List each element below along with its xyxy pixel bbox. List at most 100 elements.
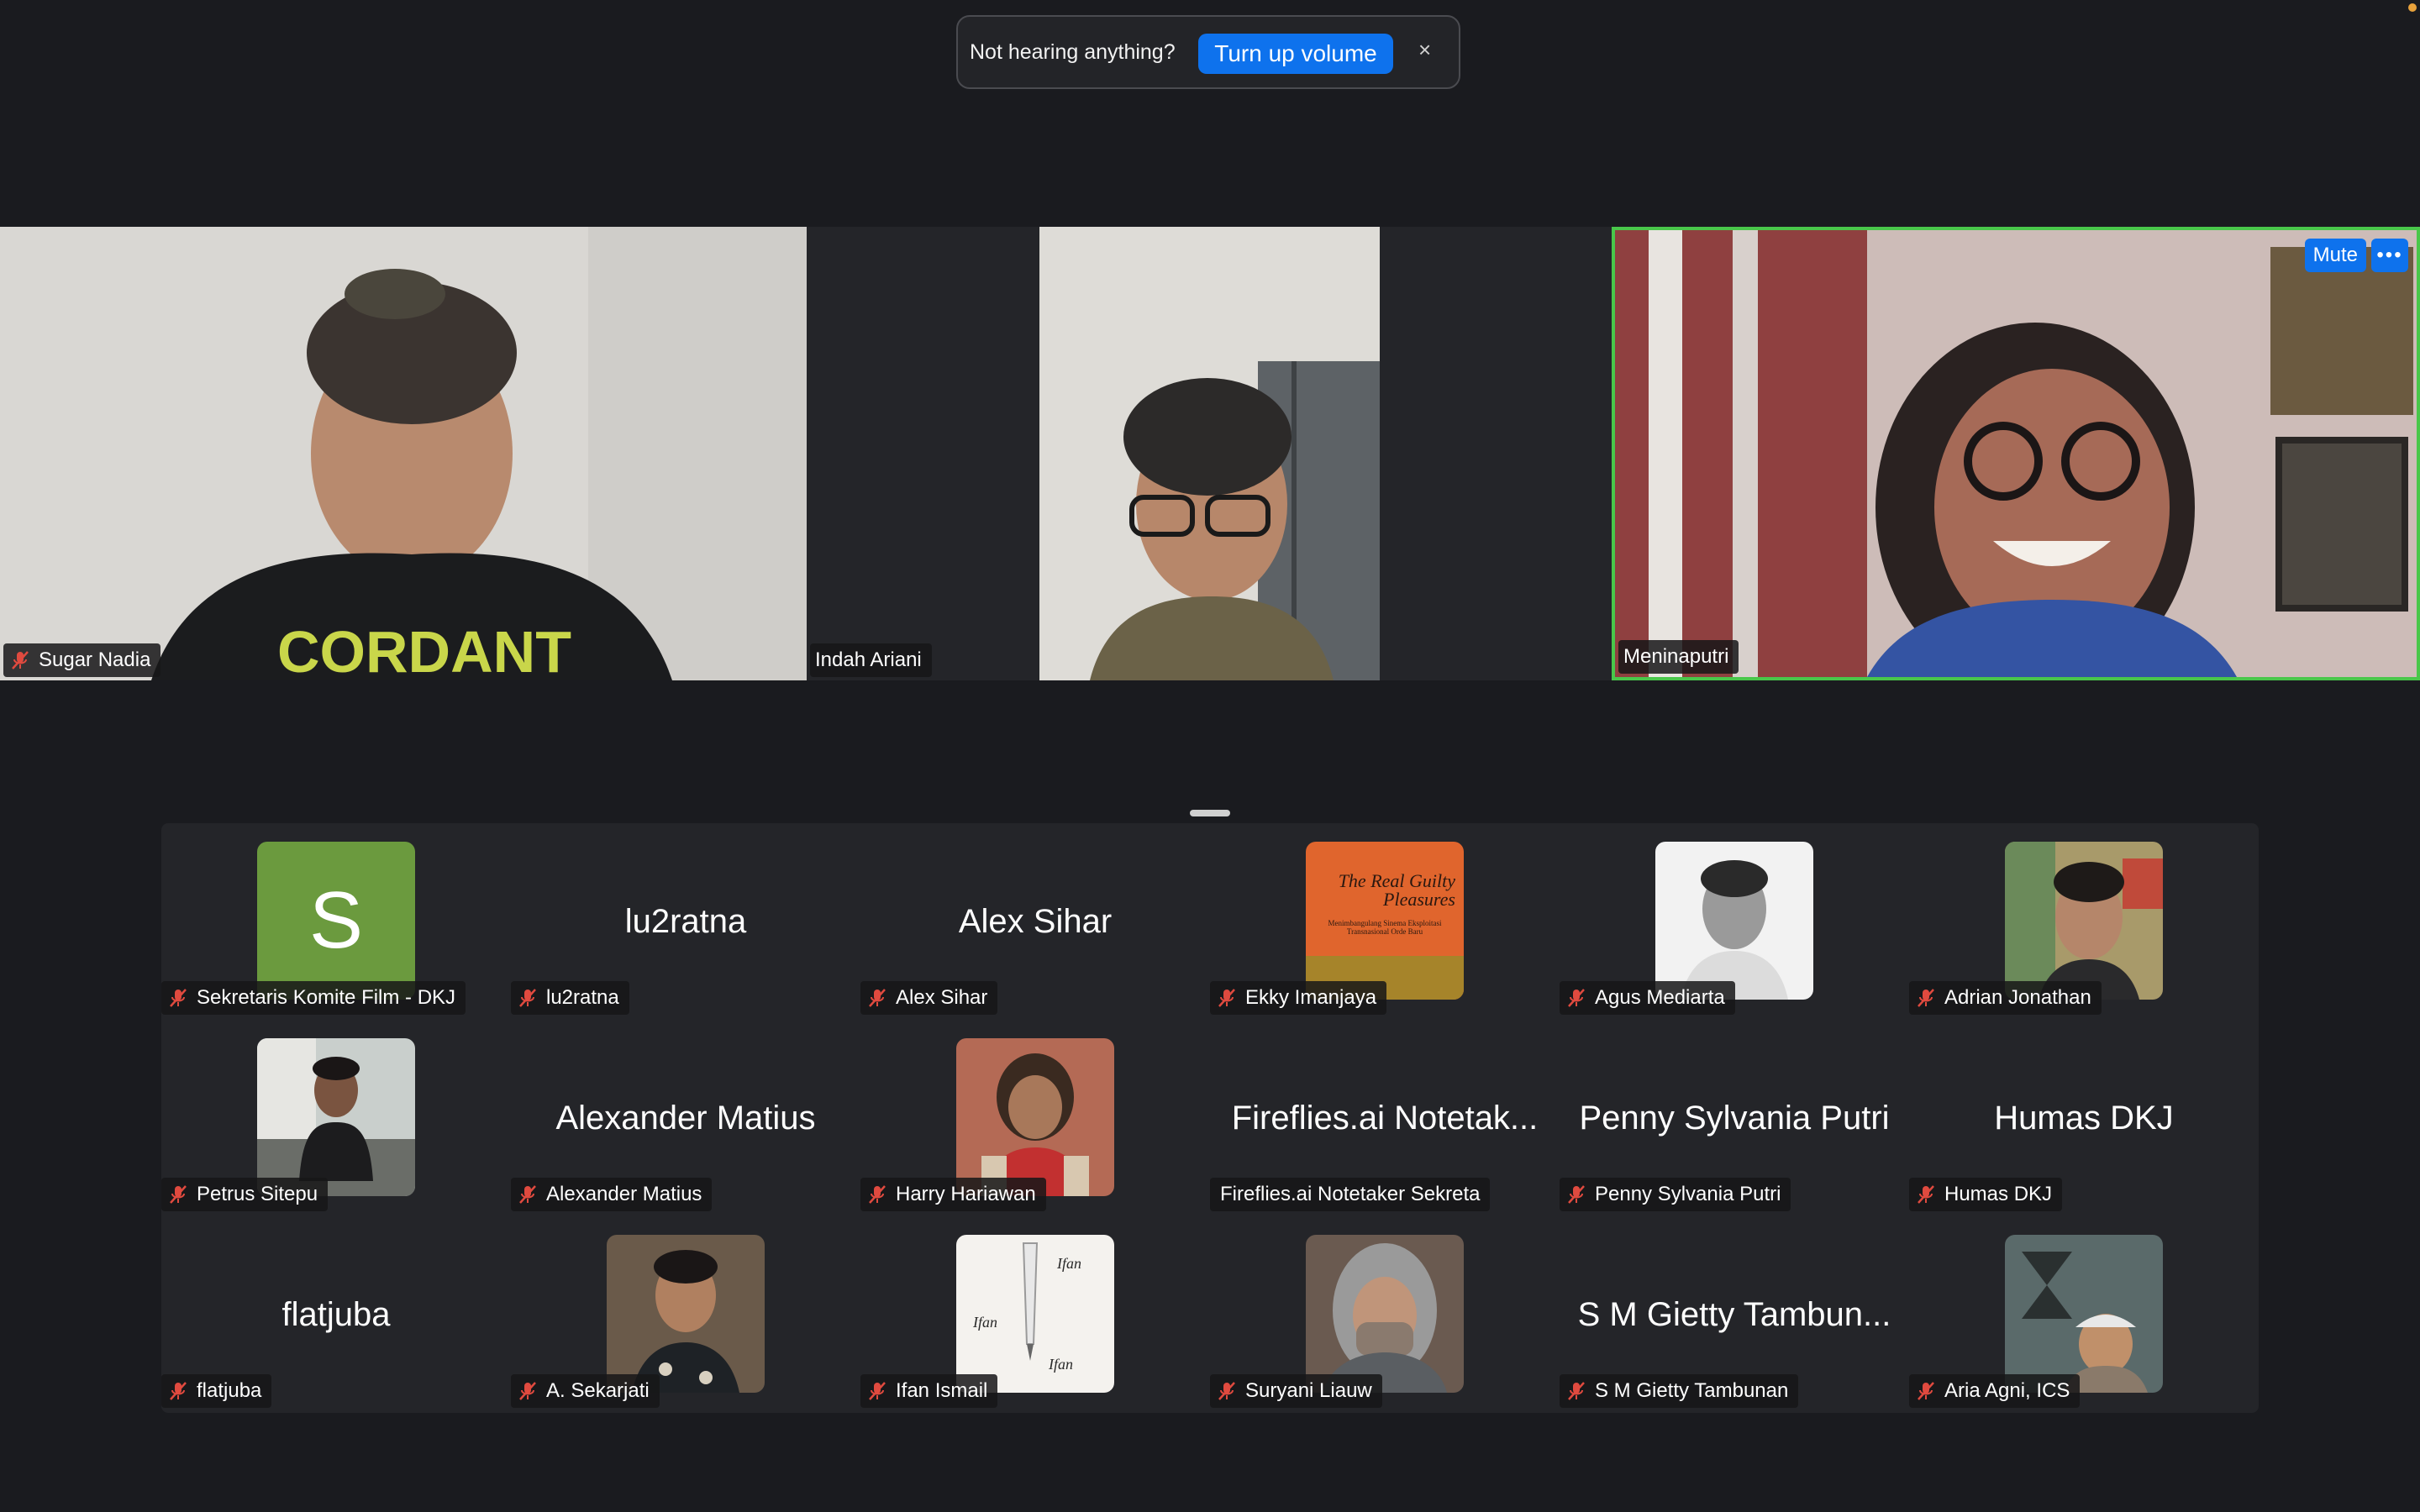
avatar-photo (607, 1235, 765, 1393)
gallery-tile[interactable]: Alexander Matius Alexander Matius (511, 1020, 860, 1216)
gallery-tile[interactable]: The Real Guilty Pleasures Menimbangulang… (1210, 823, 1560, 1020)
participant-name: Alex Sihar (896, 986, 988, 1009)
avatar-photo (257, 1038, 415, 1196)
participant-nametag: Alex Sihar (860, 981, 998, 1015)
gallery-tile[interactable]: S Sekretaris Komite Film - DKJ (161, 823, 511, 1020)
book-subtitle: Menimbangulang Sinema Eksploitasi Transn… (1328, 919, 1442, 936)
svg-text:Ifan: Ifan (1048, 1356, 1073, 1373)
participant-name: Ekky Imanjaya (1245, 986, 1377, 1009)
gallery-tile[interactable]: Harry Hariawan (860, 1020, 1210, 1216)
close-icon[interactable]: × (1418, 37, 1431, 63)
svg-text:Ifan: Ifan (1056, 1255, 1081, 1272)
muted-mic-icon (869, 989, 886, 1007)
gallery-tile[interactable]: lu2ratna lu2ratna (511, 823, 860, 1020)
tile-controls: Mute ••• (2304, 239, 2408, 272)
participant-name: Harry Hariawan (896, 1183, 1036, 1205)
muted-mic-icon (1568, 1382, 1585, 1400)
video-tile-sugar-nadia[interactable]: CORDANT Sugar Nadia (0, 227, 807, 680)
participant-name: Adrian Jonathan (1944, 986, 2091, 1009)
gallery-tile[interactable]: Penny Sylvania Putri Penny Sylvania Putr… (1560, 1020, 1909, 1216)
participant-nametag: A. Sekarjati (511, 1374, 660, 1408)
gallery-tile[interactable]: Agus Mediarta (1560, 823, 1909, 1020)
more-options-button[interactable]: ••• (2371, 239, 2408, 272)
participant-nametag: Aria Agni, ICS (1909, 1374, 2081, 1408)
gallery-tile[interactable]: Fireflies.ai Notetak... Fireflies.ai Not… (1210, 1020, 1560, 1216)
gallery-tile[interactable]: S M Gietty Tambun... S M Gietty Tambunan (1560, 1216, 1909, 1413)
muted-mic-icon (519, 1382, 536, 1400)
participant-nametag: Meninaputri (1618, 640, 1739, 674)
participant-name: S M Gietty Tambunan (1595, 1379, 1789, 1402)
video-feed (1039, 227, 1380, 680)
video-feed-person: CORDANT (0, 227, 807, 680)
muted-mic-icon (170, 989, 187, 1007)
turn-up-volume-button[interactable]: Turn up volume (1198, 34, 1393, 74)
participant-nametag: Alexander Matius (511, 1178, 713, 1211)
participant-nametag: Harry Hariawan (860, 1178, 1046, 1211)
participant-name: Suryani Liauw (1245, 1379, 1372, 1402)
participant-nametag: Agus Mediarta (1560, 981, 1735, 1015)
gallery-tile[interactable]: Adrian Jonathan (1909, 823, 2259, 1020)
participant-name: Ifan Ismail (896, 1379, 988, 1402)
participant-name: A. Sekarjati (546, 1379, 650, 1402)
participant-nametag: Sekretaris Komite Film - DKJ (161, 981, 466, 1015)
participant-name: Alexander Matius (546, 1183, 702, 1205)
muted-mic-icon (519, 1185, 536, 1204)
muted-mic-icon (1218, 1382, 1235, 1400)
participant-nametag: Adrian Jonathan (1909, 981, 2102, 1015)
participant-nametag: Suryani Liauw (1210, 1374, 1382, 1408)
participant-name: Sekretaris Komite Film - DKJ (197, 986, 456, 1009)
participant-nametag: Indah Ariani (810, 643, 932, 677)
video-feed-person (1615, 230, 2417, 677)
avatar-photo (1655, 842, 1813, 1000)
participant-name: Aria Agni, ICS (1944, 1379, 2070, 1402)
muted-mic-icon (1918, 989, 1934, 1007)
avatar-photo (956, 1038, 1114, 1196)
participant-name: flatjuba (197, 1379, 262, 1402)
gallery-tile[interactable]: Humas DKJ Humas DKJ (1909, 1020, 2259, 1216)
gallery-tile[interactable]: flatjuba flatjuba (161, 1216, 511, 1413)
participant-name: Agus Mediarta (1595, 986, 1725, 1009)
muted-mic-icon (1568, 989, 1585, 1007)
muted-mic-icon (1568, 1185, 1585, 1204)
video-tile-indah-ariani[interactable]: Indah Ariani (807, 227, 1613, 680)
avatar-photo (1306, 1235, 1464, 1393)
gallery-tile[interactable]: Suryani Liauw (1210, 1216, 1560, 1413)
participant-name: Petrus Sitepu (197, 1183, 318, 1205)
participant-nametag: Ekky Imanjaya (1210, 981, 1387, 1015)
participant-nametag: Humas DKJ (1909, 1178, 2063, 1211)
avatar-photo (2005, 1235, 2163, 1393)
audio-notification: Not hearing anything? Turn up volume × (956, 15, 1460, 89)
participant-nametag: Ifan Ismail (860, 1374, 998, 1408)
participant-nametag: flatjuba (161, 1374, 272, 1408)
avatar-photo: Ifan Ifan Ifan (956, 1235, 1114, 1393)
participant-name: Fireflies.ai Notetaker Sekreta (1220, 1183, 1481, 1205)
video-feed-person (1039, 227, 1380, 680)
participant-name: Sugar Nadia (39, 648, 151, 671)
muted-mic-icon (1918, 1185, 1934, 1204)
participant-nametag: lu2ratna (511, 981, 629, 1015)
notification-text: Not hearing anything? (970, 39, 1176, 64)
muted-mic-icon (1918, 1382, 1934, 1400)
gallery-tile[interactable]: Ifan Ifan Ifan Ifan Ismail (860, 1216, 1210, 1413)
gallery-tile[interactable]: A. Sekarjati (511, 1216, 860, 1413)
muted-mic-icon (869, 1185, 886, 1204)
gallery-tile[interactable]: Aria Agni, ICS (1909, 1216, 2259, 1413)
participant-nametag: S M Gietty Tambunan (1560, 1374, 1799, 1408)
muted-mic-icon (519, 989, 536, 1007)
participant-nametag: Sugar Nadia (3, 643, 161, 677)
muted-mic-icon (170, 1382, 187, 1400)
muted-mic-icon (1218, 989, 1235, 1007)
gallery-tile[interactable]: Alex Sihar Alex Sihar (860, 823, 1210, 1020)
participant-nametag: Petrus Sitepu (161, 1178, 329, 1211)
participant-name: Humas DKJ (1944, 1183, 2053, 1205)
avatar-initial: S (257, 842, 415, 1000)
gallery-tile[interactable]: Petrus Sitepu (161, 1020, 511, 1216)
resize-handle[interactable] (1190, 810, 1230, 816)
participant-name: Indah Ariani (815, 648, 922, 671)
participant-name: lu2ratna (546, 986, 619, 1009)
avatar-photo (2005, 842, 2163, 1000)
mute-button[interactable]: Mute (2304, 239, 2366, 272)
participant-name: Penny Sylvania Putri (1595, 1183, 1781, 1205)
participant-gallery: S Sekretaris Komite Film - DKJ lu2ratna … (161, 823, 2259, 1413)
video-tile-meninaputri[interactable]: Mute ••• Meninaputri (1612, 227, 2420, 680)
